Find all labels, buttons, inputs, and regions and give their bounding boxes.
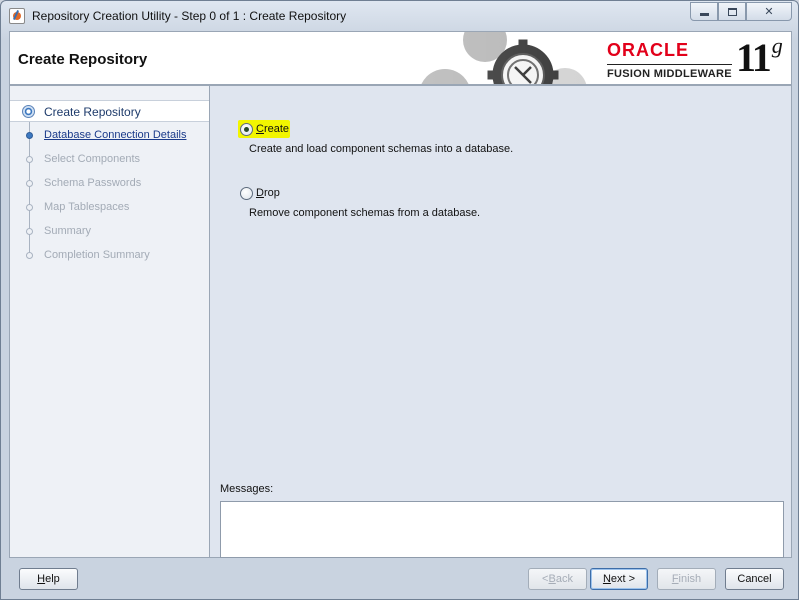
nav-step-summary: Summary xyxy=(10,221,209,243)
drop-option-description: Remove component schemas from a database… xyxy=(249,207,481,219)
minimize-button[interactable] xyxy=(690,2,718,21)
nav-step-label: Create Repository xyxy=(44,105,141,119)
fusion-middleware-label: FUSION MIDDLEWARE xyxy=(607,64,732,80)
gears-graphic-icon xyxy=(415,32,595,84)
nav-step-schema-passwords: Schema Passwords xyxy=(10,173,209,195)
step-dot-icon xyxy=(26,180,33,187)
close-button[interactable]: ✕ xyxy=(746,2,792,21)
nav-step-database-connection-details[interactable]: Database Connection Details xyxy=(10,125,209,147)
title-bar: Repository Creation Utility - Step 0 of … xyxy=(1,1,798,31)
nav-step-map-tablespaces: Map Tablespaces xyxy=(10,197,209,219)
nav-step-label: Completion Summary xyxy=(44,249,150,261)
step-dot-icon xyxy=(26,252,33,259)
create-option-label[interactable]: Create xyxy=(256,123,289,135)
version-badge: 11g xyxy=(736,32,783,81)
messages-label: Messages: xyxy=(220,483,274,495)
oracle-logo: ORACLE FUSION MIDDLEWARE xyxy=(607,40,732,80)
version-suffix: g xyxy=(771,32,783,58)
current-step-icon xyxy=(22,105,35,118)
main-content: Create Create and load component schemas… xyxy=(210,85,792,558)
finish-button[interactable]: Finish xyxy=(657,568,716,590)
back-button[interactable]: < Back xyxy=(528,568,587,590)
nav-step-completion-summary: Completion Summary xyxy=(10,245,209,267)
next-button[interactable]: Next > xyxy=(590,568,648,590)
java-cup-icon xyxy=(9,8,25,24)
maximize-button[interactable] xyxy=(718,2,746,21)
help-button[interactable]: Help xyxy=(19,568,78,590)
rcu-window: Repository Creation Utility - Step 0 of … xyxy=(0,0,799,600)
create-radio-button[interactable] xyxy=(240,123,253,136)
nav-step-select-components: Select Components xyxy=(10,149,209,171)
cancel-button[interactable]: Cancel xyxy=(725,568,784,590)
page-title: Create Repository xyxy=(18,51,148,68)
step-dot-icon xyxy=(26,156,33,163)
minimize-icon xyxy=(699,12,709,16)
step-dot-icon xyxy=(26,132,33,139)
maximize-icon xyxy=(727,7,737,16)
step-dot-icon xyxy=(26,228,33,235)
close-icon: ✕ xyxy=(764,6,774,18)
version-number: 11 xyxy=(736,35,772,80)
create-option-description: Create and load component schemas into a… xyxy=(249,143,514,155)
drop-radio-button[interactable] xyxy=(240,187,253,200)
step-navigation: Create Repository Database Connection De… xyxy=(9,85,210,558)
nav-step-label[interactable]: Database Connection Details xyxy=(44,129,186,141)
nav-step-create-repository[interactable]: Create Repository xyxy=(10,100,209,122)
window-controls: ✕ xyxy=(690,2,792,21)
nav-step-label: Map Tablespaces xyxy=(44,201,130,213)
window-title: Repository Creation Utility - Step 0 of … xyxy=(32,9,347,23)
nav-step-label: Schema Passwords xyxy=(44,177,142,189)
messages-textarea[interactable] xyxy=(220,501,784,558)
drop-option-label[interactable]: Drop xyxy=(256,187,280,199)
nav-step-label: Select Components xyxy=(44,153,140,165)
oracle-wordmark: ORACLE xyxy=(607,40,689,60)
step-dot-icon xyxy=(26,204,33,211)
header-banner: Create Repository ORACLE FUSION MIDDLEWA… xyxy=(9,31,792,85)
nav-step-label: Summary xyxy=(44,225,92,237)
